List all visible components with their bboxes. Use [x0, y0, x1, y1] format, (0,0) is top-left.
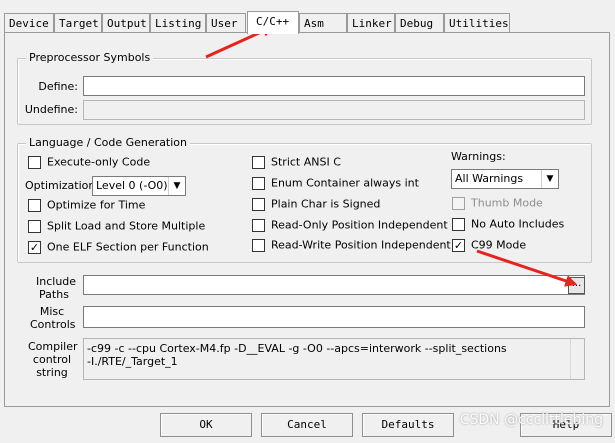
ok-button[interactable]: OK: [160, 413, 252, 437]
checkbox-box: [252, 155, 265, 169]
scrollbar[interactable]: [570, 339, 584, 379]
warnings-label: Warnings:: [451, 150, 506, 163]
checkbox-box: [452, 217, 465, 231]
checkbox-box: [28, 198, 41, 212]
optimization-value: Level 0 (-O0): [96, 179, 168, 192]
misc-controls-label-line1: Misc: [39, 305, 65, 318]
tab-debug[interactable]: Debug: [395, 13, 444, 33]
ro-position-independent-checkbox[interactable]: Read-Only Position Independent: [252, 218, 448, 234]
warnings-select[interactable]: All Warnings ▼: [451, 169, 559, 189]
browse-include-paths-button[interactable]: ...: [568, 277, 585, 294]
checkbox-box: [252, 238, 265, 252]
plain-char-checkbox[interactable]: Plain Char is Signed: [252, 197, 380, 213]
defaults-button[interactable]: Defaults: [362, 413, 454, 437]
execute-only-checkbox[interactable]: Execute-only Code: [28, 155, 150, 171]
watermark: CSDN @ccclittlebing: [459, 412, 603, 428]
compiler-control-label-line1: Compiler: [28, 340, 78, 353]
tab-output[interactable]: Output: [102, 13, 150, 33]
optimization-select[interactable]: Level 0 (-O0) ▼: [92, 176, 186, 196]
compiler-control-string-label: Compiler control string: [28, 340, 78, 379]
undefine-label: Undefine:: [24, 103, 78, 116]
compiler-control-label-line2: control: [32, 353, 72, 366]
checkbox-box: [252, 218, 265, 232]
checkbox-box: [28, 219, 41, 233]
include-paths-label-line2: Paths: [39, 288, 69, 301]
undefine-field[interactable]: [83, 100, 585, 120]
optimization-label: Optimization:: [25, 179, 100, 192]
tab-user[interactable]: User: [206, 13, 246, 33]
enum-container-checkbox[interactable]: Enum Container always int: [252, 176, 419, 192]
compiler-control-string-field[interactable]: -c99 -c --cpu Cortex-M4.fp -D__EVAL -g -…: [83, 338, 585, 380]
tab-asm[interactable]: Asm: [299, 13, 347, 33]
checkbox-box: [28, 155, 41, 169]
checkbox-box: [252, 176, 265, 190]
strict-ansi-checkbox[interactable]: Strict ANSI C: [252, 155, 341, 171]
optimize-time-checkbox[interactable]: Optimize for Time: [28, 198, 145, 214]
include-paths-field[interactable]: [83, 275, 585, 295]
cancel-button[interactable]: Cancel: [261, 413, 353, 437]
chevron-down-icon: ▼: [541, 170, 558, 188]
tab-target[interactable]: Target: [54, 13, 102, 33]
compiler-control-label-line3: string: [36, 366, 68, 379]
rw-position-independent-checkbox[interactable]: Read-Write Position Independent: [252, 238, 451, 254]
misc-controls-label: Misc Controls: [30, 305, 76, 331]
include-paths-label-line1: Include: [36, 275, 77, 288]
checkbox-box: [252, 197, 265, 211]
split-load-store-checkbox[interactable]: Split Load and Store Multiple: [28, 219, 205, 235]
one-elf-section-checkbox[interactable]: ✓ One ELF Section per Function: [28, 240, 209, 256]
preprocessor-symbols-title: Preprocessor Symbols: [26, 51, 154, 64]
tab-c-cpp[interactable]: C/C++: [247, 11, 299, 34]
compiler-control-line1: -c99 -c --cpu Cortex-M4.fp -D__EVAL -g -…: [87, 342, 507, 355]
chevron-down-icon: ▼: [168, 177, 185, 195]
compiler-control-line2: -I./RTE/_Target_1: [87, 355, 178, 368]
tab-utilities[interactable]: Utilities: [444, 13, 510, 33]
checkbox-box: [452, 196, 465, 210]
thumb-mode-checkbox[interactable]: Thumb Mode: [452, 196, 543, 212]
tab-bar: Device Target Output Listing User C/C++ …: [4, 11, 615, 34]
check-icon: ✓: [28, 240, 41, 254]
include-paths-label: Include Paths: [36, 275, 76, 301]
define-field[interactable]: [83, 76, 585, 96]
misc-controls-label-line2: Controls: [30, 318, 76, 331]
tab-linker[interactable]: Linker: [347, 13, 395, 33]
c99-mode-checkbox[interactable]: ✓ C99 Mode: [452, 238, 526, 254]
check-icon: ✓: [452, 238, 465, 252]
define-label: Define:: [38, 80, 78, 93]
warnings-value: All Warnings: [455, 172, 524, 185]
language-code-generation-title: Language / Code Generation: [26, 136, 191, 149]
misc-controls-field[interactable]: [83, 306, 585, 328]
tab-device[interactable]: Device: [4, 13, 54, 33]
no-auto-includes-checkbox[interactable]: No Auto Includes: [452, 217, 564, 233]
tab-listing[interactable]: Listing: [150, 13, 206, 33]
